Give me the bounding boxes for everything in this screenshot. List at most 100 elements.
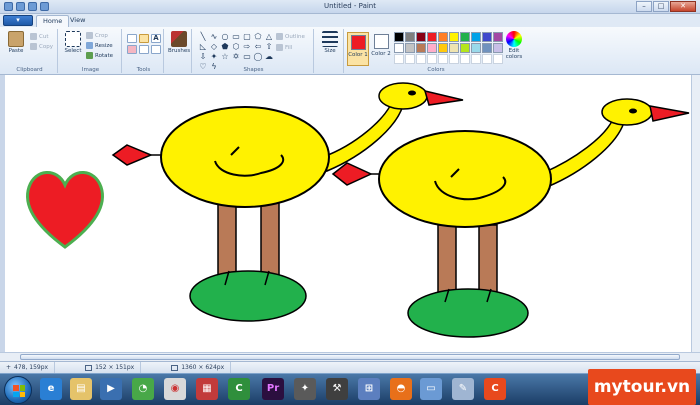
shape-triangle-icon[interactable]: △ [264,32,274,41]
crop-button[interactable]: Crop [86,32,108,39]
internet-explorer-icon[interactable]: e [40,378,62,400]
color2-button[interactable]: Color 2 [370,32,392,66]
size-button[interactable]: Size [319,31,341,54]
magnifier-icon[interactable] [151,45,161,54]
palette-swatch[interactable] [482,43,492,53]
close-button[interactable]: ✕ [670,1,696,12]
palette-custom-slot[interactable] [493,54,503,64]
palette-custom-slot[interactable] [427,54,437,64]
palette-swatch[interactable] [471,32,481,42]
file-explorer-icon[interactable]: ▤ [70,378,92,400]
palette-swatch[interactable] [460,32,470,42]
palette-swatch[interactable] [427,43,437,53]
app-red-icon[interactable]: ▦ [196,378,218,400]
bird-left-ground [189,270,307,322]
shape-rectangle-icon[interactable]: ▭ [231,32,241,41]
horizontal-scroll-thumb[interactable] [20,354,680,360]
chrome-icon[interactable]: ◉ [164,378,186,400]
fill-bucket-icon[interactable] [139,34,149,43]
resize-button[interactable]: Resize [86,42,113,49]
palette-swatch[interactable] [460,43,470,53]
palette-custom-slot[interactable] [449,54,459,64]
shape-polygon-icon[interactable]: ⬠ [253,32,263,41]
shape-oval-icon[interactable]: ○ [220,32,230,41]
shape-curve-icon[interactable]: ∿ [209,32,219,41]
shape-pentagon-icon[interactable]: ⬟ [220,42,230,51]
palette-custom-slot[interactable] [438,54,448,64]
palette-swatch[interactable] [449,32,459,42]
shape-arrow-down-icon[interactable]: ⇩ [198,52,208,61]
brushes-button[interactable]: Brushes [168,31,190,54]
palette-swatch[interactable] [405,43,415,53]
palette-swatch[interactable] [471,43,481,53]
palette-swatch[interactable] [438,43,448,53]
color1-button[interactable]: Color 1 [347,32,369,66]
eraser-icon[interactable] [127,45,137,54]
color-picker-icon[interactable] [139,45,149,54]
palette-swatch[interactable] [416,32,426,42]
shape-right-triangle-icon[interactable]: ◺ [198,42,208,51]
shape-callout-oval-icon[interactable]: ◯ [253,52,263,61]
shape-star6-icon[interactable]: ✡ [231,52,241,61]
drawing-canvas[interactable]: ✥ [5,75,691,352]
palette-swatch[interactable] [493,43,503,53]
palette-swatch[interactable] [394,32,404,42]
cut-button[interactable]: Cut [30,33,48,40]
outline-button[interactable]: Outline [276,33,305,40]
paste-button[interactable]: Paste [5,31,27,54]
shape-callout-rect-icon[interactable]: ▭ [242,52,252,61]
shape-callout-cloud-icon[interactable]: ☁ [264,52,274,61]
rotate-button[interactable]: Rotate [86,52,113,59]
paint-taskbar-icon[interactable]: ✎ [452,378,474,400]
minimize-button[interactable]: – [636,1,652,12]
palette-custom-slot[interactable] [460,54,470,64]
image-group-label: Image [81,67,100,73]
palette-custom-slot[interactable] [394,54,404,64]
cut-label: Cut [39,33,49,40]
select-button[interactable]: Select [62,31,84,54]
vertical-scrollbar[interactable] [691,75,700,352]
pencil-icon[interactable] [127,34,137,43]
paint-menu-button[interactable]: ▾ [3,15,33,26]
palette-swatch[interactable] [438,32,448,42]
shape-star5-icon[interactable]: ☆ [220,52,230,61]
shape-arrow-left-icon[interactable]: ⇦ [253,42,263,51]
premiere-icon[interactable]: Pr [262,378,284,400]
shape-hexagon-icon[interactable]: ⬡ [231,42,241,51]
start-button[interactable] [4,376,32,404]
palette-swatch[interactable] [493,32,503,42]
network-icon[interactable]: ⊞ [358,378,380,400]
palette-swatch[interactable] [449,43,459,53]
edit-colors-button[interactable]: Edit colors [503,31,525,60]
palette-custom-slot[interactable] [416,54,426,64]
shape-star4-icon[interactable]: ✦ [209,52,219,61]
horizontal-scrollbar[interactable] [0,352,700,361]
palette-swatch[interactable] [427,32,437,42]
window-icon[interactable]: ▭ [420,378,442,400]
palette-custom-slot[interactable] [482,54,492,64]
palette-swatch[interactable] [405,32,415,42]
maximize-button[interactable]: □ [653,1,669,12]
copy-button[interactable]: Copy [30,43,53,50]
palette-swatch[interactable] [416,43,426,53]
palette-custom-slot[interactable] [471,54,481,64]
app-green-icon[interactable]: ◔ [132,378,154,400]
shape-arrow-right-icon[interactable]: ⇨ [242,42,252,51]
firefox-icon[interactable]: ◓ [390,378,412,400]
text-tool-icon[interactable]: A [151,34,161,43]
media-player-icon[interactable]: ▶ [100,378,122,400]
shape-line-icon[interactable]: ╲ [198,32,208,41]
palette-custom-slot[interactable] [405,54,415,64]
shape-diamond-icon[interactable]: ◇ [209,42,219,51]
app-c-icon[interactable]: C [484,378,506,400]
palette-swatch[interactable] [394,43,404,53]
shape-arrow-up-icon[interactable]: ⇧ [264,42,274,51]
fill-button[interactable]: Fill [276,44,292,51]
shape-rounded-rect-icon[interactable]: ▢ [242,32,252,41]
camtasia-icon[interactable]: C [228,378,250,400]
tab-view[interactable]: View [64,15,91,27]
color2-label: Color 2 [371,51,391,57]
palette-swatch[interactable] [482,32,492,42]
app-gear-icon[interactable]: ✦ [294,378,316,400]
app-tools-icon[interactable]: ⚒ [326,378,348,400]
